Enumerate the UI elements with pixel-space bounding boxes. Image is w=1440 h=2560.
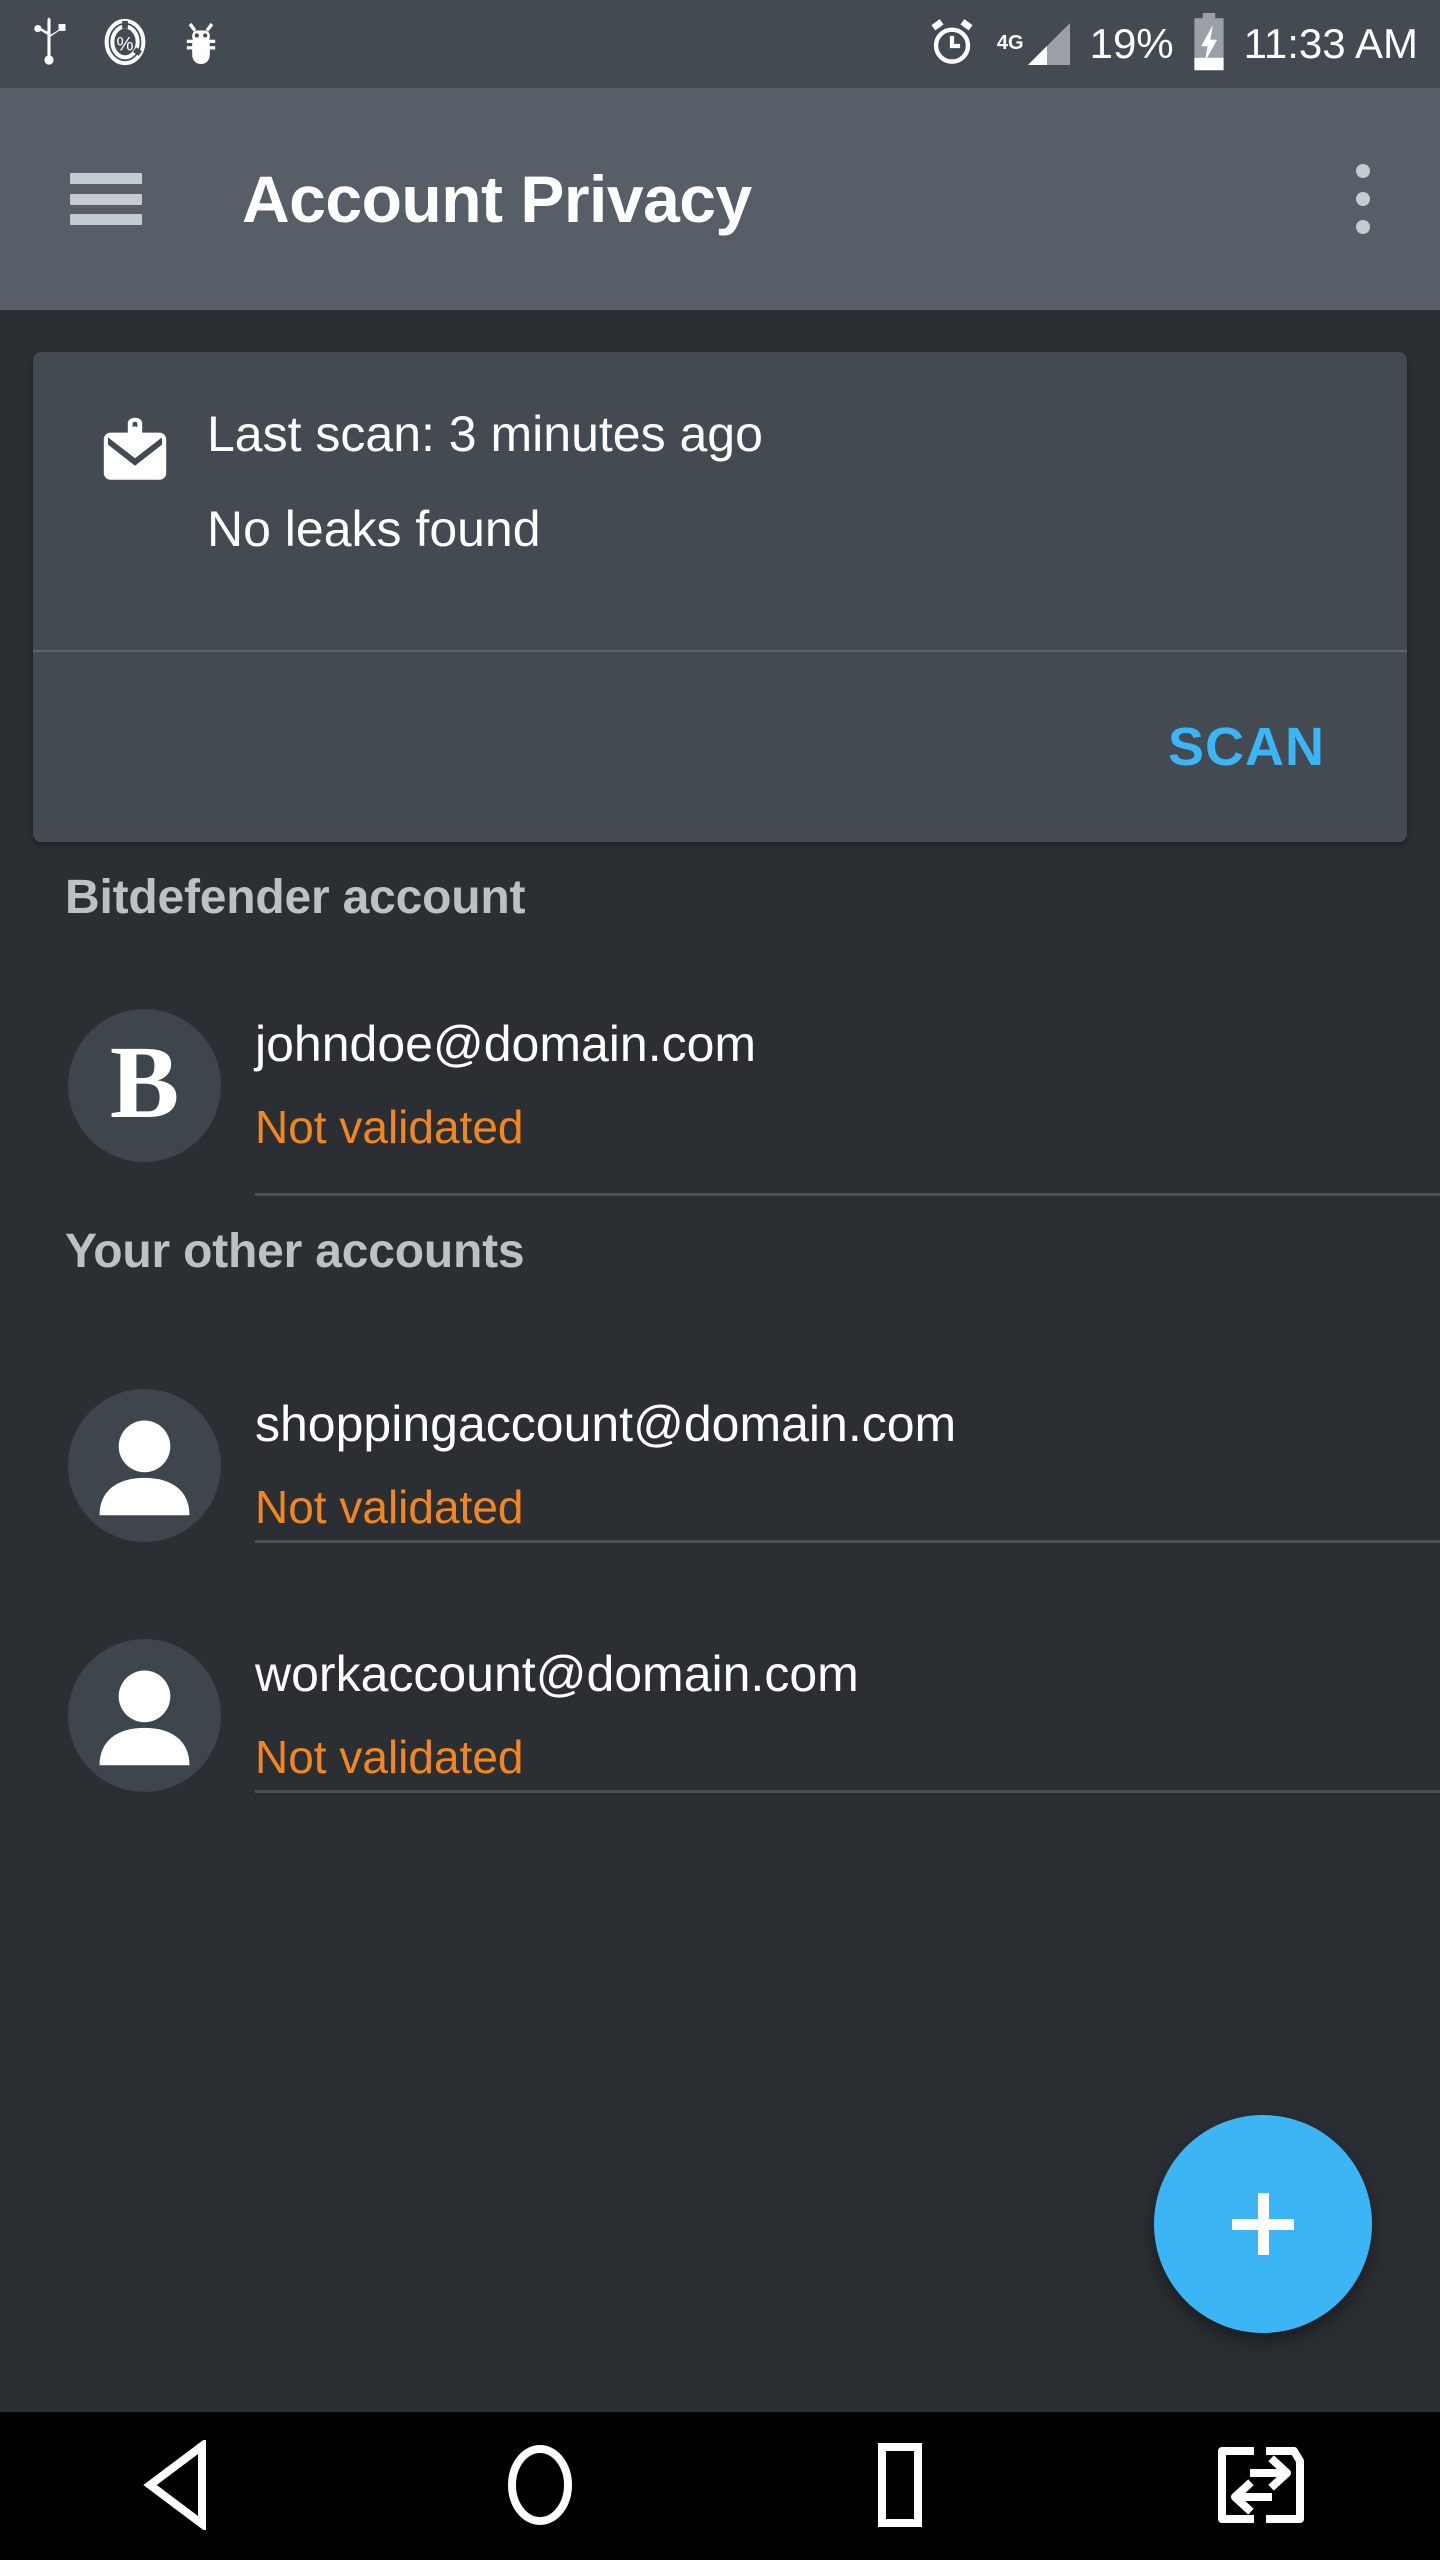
square-icon <box>862 2440 938 2533</box>
alarm-icon <box>927 16 977 73</box>
scan-status-card: Last scan: 3 minutes ago No leaks found … <box>33 352 1407 842</box>
scan-card-body: Last scan: 3 minutes ago No leaks found <box>33 352 1407 650</box>
account-status-badge: Not validated <box>255 1481 524 1534</box>
split-screen-button[interactable] <box>1080 2412 1440 2560</box>
phone-screen: % 4G 19% 11:33 AM Account Privacy Last s… <box>0 0 1440 2560</box>
network-type-label: 4G <box>996 32 1024 54</box>
data-saver-icon: % <box>102 17 148 72</box>
scan-result-label: No leaks found <box>207 501 541 557</box>
account-email-label: shoppingaccount@domain.com <box>255 1396 957 1453</box>
secure-mail-icon <box>99 413 171 650</box>
battery-charging-icon <box>1190 12 1228 76</box>
account-row-bitdefender[interactable]: B johndoe@domain.com Not validated <box>0 975 1440 1195</box>
account-text-block: shoppingaccount@domain.com Not validated <box>255 1397 956 1533</box>
signal-strength-icon: 4G <box>993 19 1074 69</box>
bitdefender-avatar: B <box>68 1008 221 1162</box>
scan-card-actions: SCAN <box>33 652 1407 842</box>
circle-icon <box>502 2440 578 2533</box>
clock-label: 11:33 AM <box>1243 20 1418 67</box>
battery-percent-label: 19% <box>1089 20 1174 67</box>
page-title: Account Privacy <box>242 162 752 236</box>
section-title-other-accounts: Your other accounts <box>65 1225 525 1278</box>
back-button[interactable] <box>0 2412 360 2560</box>
bug-icon <box>178 17 224 72</box>
add-account-fab[interactable] <box>1154 2115 1372 2333</box>
scan-card-texts: Last scan: 3 minutes ago No leaks found <box>207 407 763 650</box>
avatar-initial-label: B <box>109 1025 180 1140</box>
list-divider <box>255 1540 1440 1543</box>
account-status-badge: Not validated <box>255 1101 524 1154</box>
status-bar-right: 4G 19% 11:33 AM <box>927 12 1418 76</box>
account-email-label: workaccount@domain.com <box>255 1646 859 1703</box>
account-email-label: johndoe@domain.com <box>255 1016 757 1073</box>
list-divider <box>255 1790 1440 1793</box>
swap-screens-icon <box>1212 2443 1308 2530</box>
account-status-badge: Not validated <box>255 1731 524 1784</box>
status-bar-left-icons: % <box>26 16 224 72</box>
triangle-left-icon <box>142 2437 218 2533</box>
person-icon <box>68 1638 221 1792</box>
section-title-bitdefender: Bitdefender account <box>65 871 526 924</box>
usb-icon <box>26 16 72 72</box>
more-vertical-icon[interactable] <box>1356 164 1370 234</box>
svg-text:%: % <box>116 34 133 55</box>
person-icon <box>68 1388 221 1542</box>
account-text-block: workaccount@domain.com Not validated <box>255 1647 859 1783</box>
home-button[interactable] <box>360 2412 720 2560</box>
recents-button[interactable] <box>720 2412 1080 2560</box>
hamburger-menu-icon[interactable] <box>70 173 142 225</box>
last-scan-label: Last scan: 3 minutes ago <box>207 406 763 462</box>
system-navigation-bar <box>0 2412 1440 2560</box>
status-bar: % 4G 19% 11:33 AM <box>0 0 1440 88</box>
app-bar: Account Privacy <box>0 88 1440 310</box>
plus-icon <box>1232 2193 1294 2255</box>
scan-button[interactable]: SCAN <box>1168 716 1325 778</box>
account-text-block: johndoe@domain.com Not validated <box>255 1017 756 1153</box>
list-divider <box>255 1193 1440 1196</box>
